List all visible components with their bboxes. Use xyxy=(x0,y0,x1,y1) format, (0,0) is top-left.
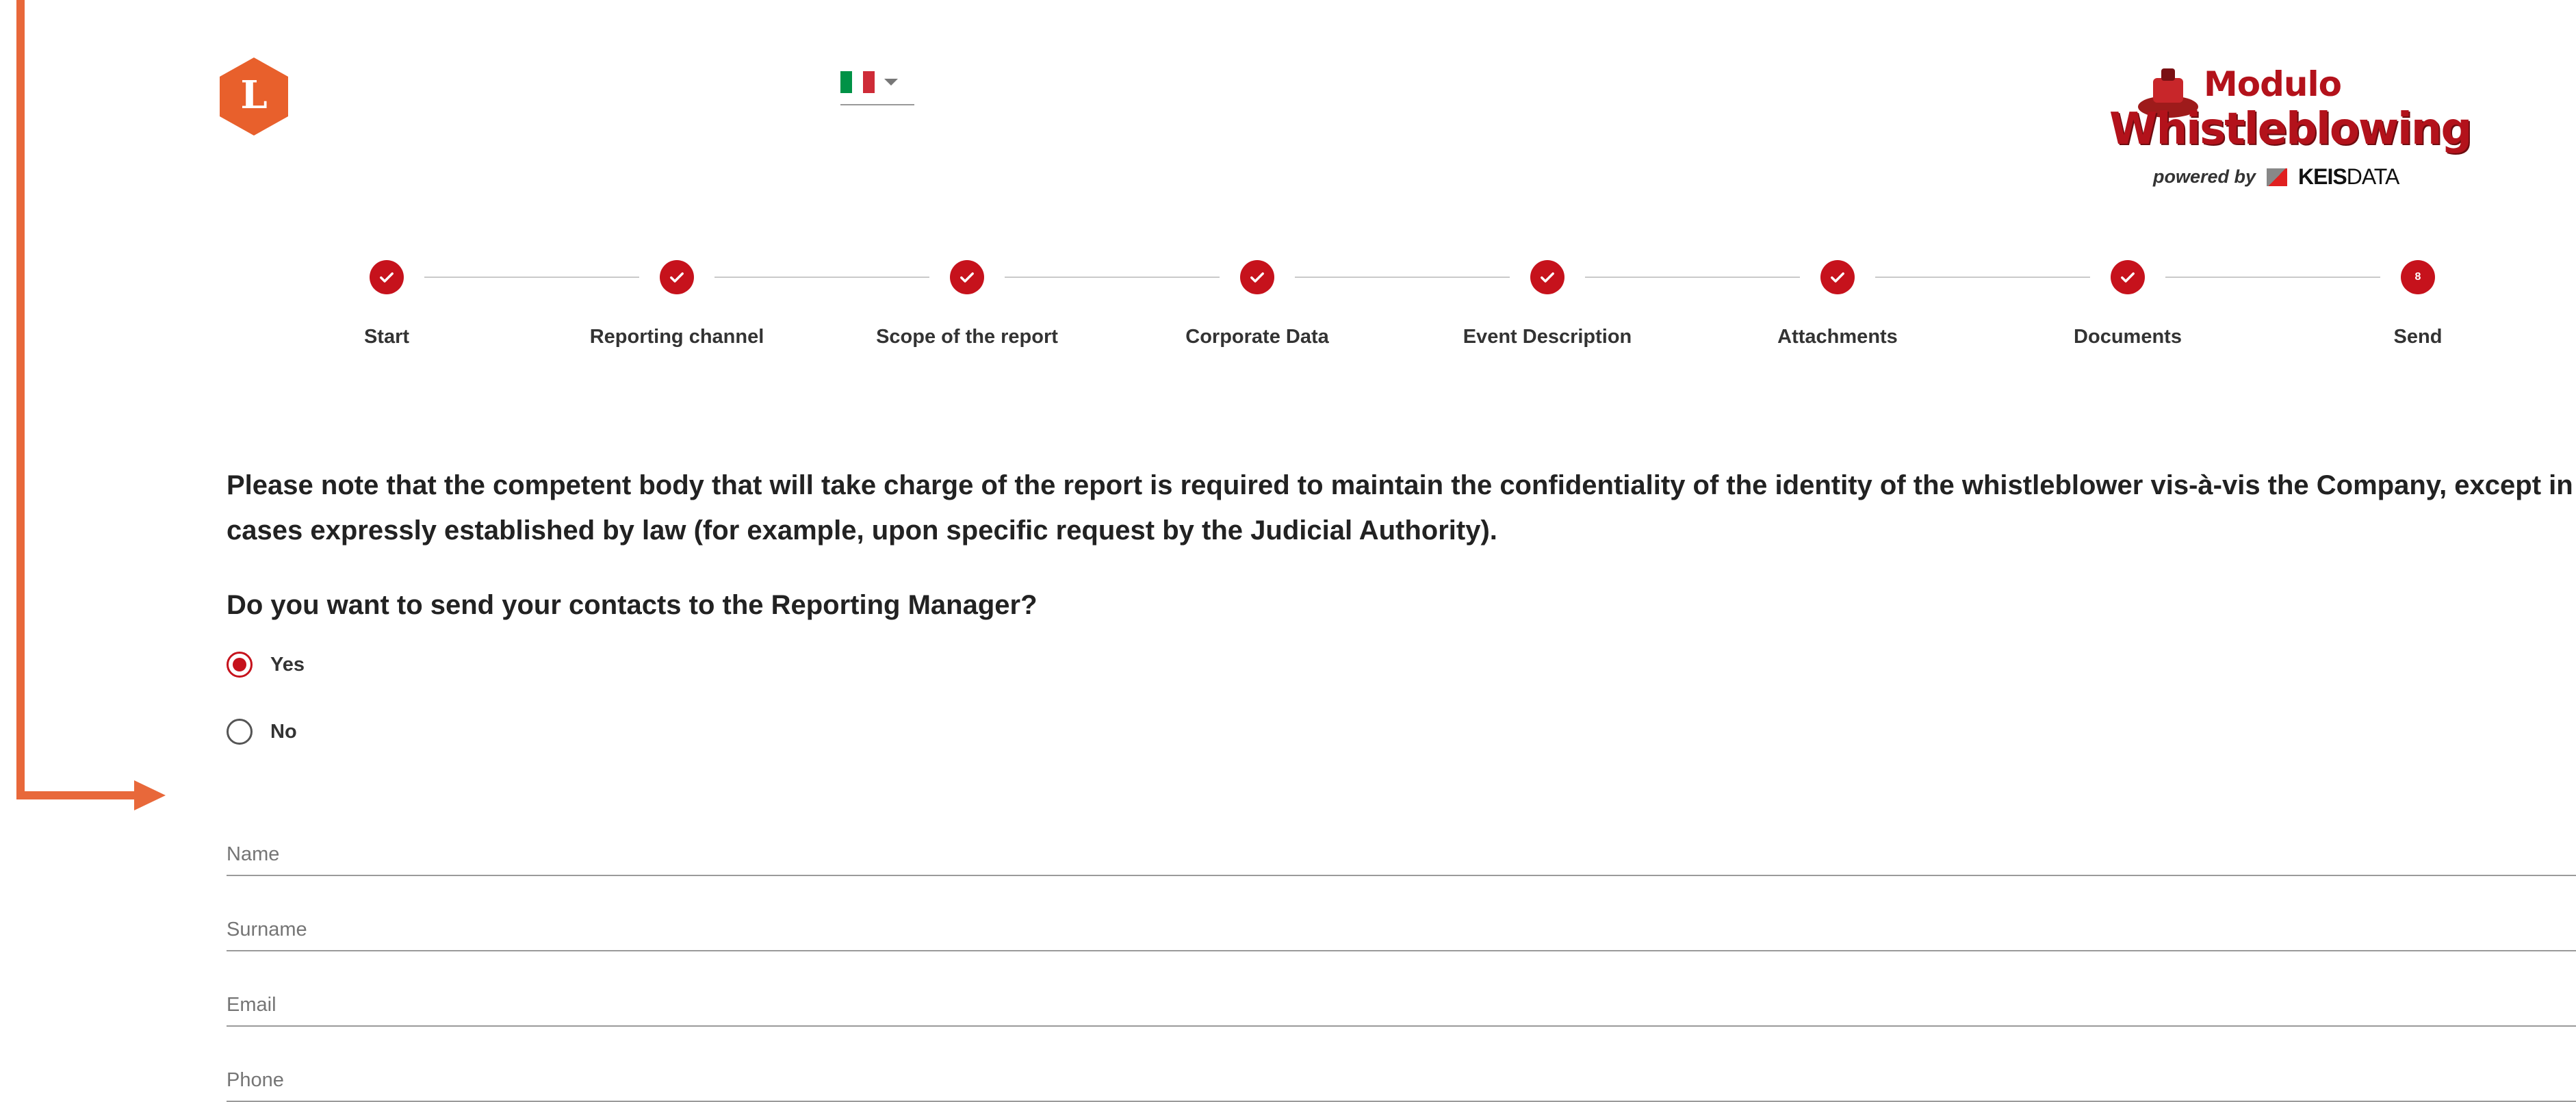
surname-input[interactable] xyxy=(227,909,2576,950)
step-7-indicator[interactable] xyxy=(2111,260,2145,294)
vendor-name-bold: KEIS xyxy=(2298,164,2347,189)
step-6-indicator[interactable] xyxy=(1820,260,1855,294)
step-5-label: Event Description xyxy=(1463,326,1632,348)
brand-line-1: Modulo xyxy=(2204,64,2342,104)
radio-option-yes[interactable]: Yes xyxy=(227,652,305,678)
email-field[interactable] xyxy=(227,984,2576,1027)
checkmark-icon xyxy=(1831,272,1844,283)
radio-no-label: No xyxy=(270,720,297,743)
step-4-indicator[interactable] xyxy=(1240,260,1274,294)
annotation-arrow-shaft xyxy=(16,791,140,799)
powered-by: powered by KEISDATA xyxy=(2153,164,2399,190)
contacts-question: Do you want to send your contacts to the… xyxy=(227,590,1038,620)
step-connector xyxy=(714,277,929,278)
step-connector xyxy=(2165,277,2380,278)
checkmark-icon xyxy=(380,272,394,283)
step-3-indicator[interactable] xyxy=(950,260,984,294)
chevron-down-icon xyxy=(884,79,898,86)
step-1-label: Start xyxy=(363,326,410,348)
step-5-indicator[interactable] xyxy=(1530,260,1564,294)
step-connector xyxy=(424,277,639,278)
radio-yes-label: Yes xyxy=(270,653,305,676)
phone-field[interactable] xyxy=(227,1060,2576,1102)
checkmark-icon xyxy=(1250,272,1264,283)
checkmark-icon xyxy=(670,272,684,283)
annotation-arrow-stem xyxy=(16,0,25,799)
step-6-label: Attachments xyxy=(1777,326,1898,348)
step-connector xyxy=(1585,277,1800,278)
progress-stepper: Start Reporting channel Scope of the repor… xyxy=(0,260,2576,363)
step-8-label: Send xyxy=(2393,326,2443,348)
vendor-name-light: DATA xyxy=(2346,164,2400,189)
step-connector xyxy=(1875,277,2090,278)
company-logo[interactable]: L xyxy=(218,56,290,137)
checkmark-icon xyxy=(1541,272,1554,283)
powered-by-label: powered by xyxy=(2153,166,2256,187)
radio-yes[interactable] xyxy=(227,652,253,678)
keisdata-mark-icon xyxy=(2267,168,2288,186)
surname-field[interactable] xyxy=(227,909,2576,951)
step-4-label: Corporate Data xyxy=(1185,326,1329,348)
annotation-arrow-head xyxy=(134,780,166,810)
confidentiality-notice: Please note that the competent body that… xyxy=(227,470,2573,546)
step-connector xyxy=(1005,277,1220,278)
logo-letter: L xyxy=(240,73,267,118)
step-7-label: Documents xyxy=(2074,326,2182,348)
email-input[interactable] xyxy=(227,984,2576,1025)
step-number: 8 xyxy=(2414,271,2421,283)
checkmark-icon xyxy=(2121,272,2135,283)
it-flag-icon xyxy=(840,71,875,93)
radio-no[interactable] xyxy=(227,719,253,745)
step-connector xyxy=(1295,277,1510,278)
step-3-label: Scope of the report xyxy=(876,326,1058,348)
phone-input[interactable] xyxy=(227,1060,2576,1101)
brand-logo: Modulo Whistleblowing powered by KEISDAT… xyxy=(2101,60,2472,197)
language-selector[interactable] xyxy=(840,60,914,105)
radio-option-no[interactable]: No xyxy=(227,719,297,745)
name-input[interactable] xyxy=(227,834,2576,875)
brand-line-2: Whistleblowing xyxy=(2109,104,2472,155)
checkmark-icon xyxy=(960,272,974,283)
step-1-indicator[interactable] xyxy=(370,260,404,294)
step-2-indicator[interactable] xyxy=(660,260,694,294)
name-field[interactable] xyxy=(227,834,2576,876)
vendor-name: KEISDATA xyxy=(2298,164,2399,190)
step-8-indicator[interactable]: 8 xyxy=(2401,260,2435,294)
step-2-label: Reporting channel xyxy=(589,326,764,348)
